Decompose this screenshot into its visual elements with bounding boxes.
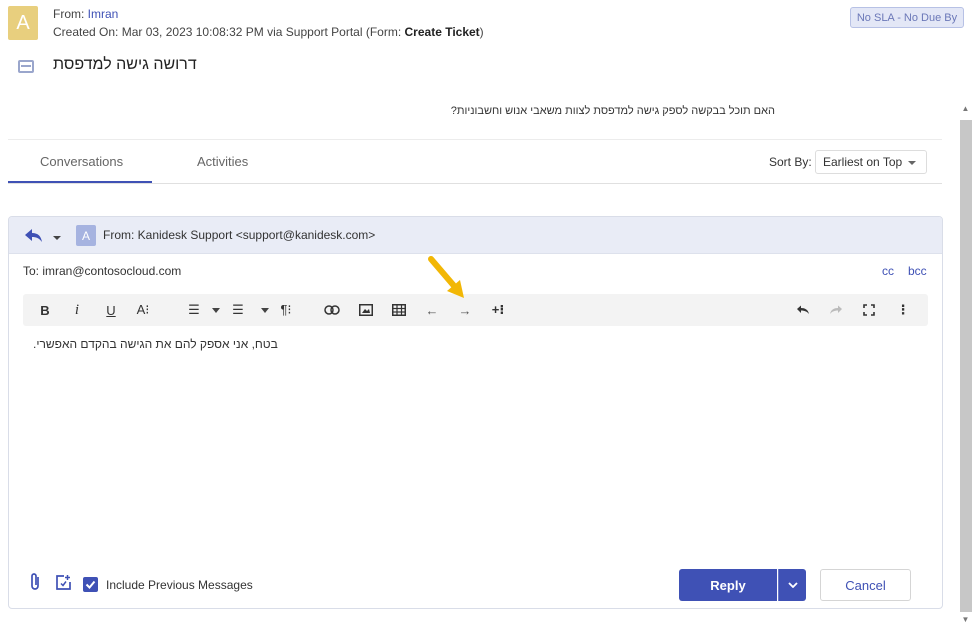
- bold-button[interactable]: B: [37, 294, 53, 326]
- editor-toolbar: B i U A⁝ ☰ ☰ ¶⁝ ← → +⁝ ⋮: [23, 294, 928, 326]
- ordered-list-icon: ☰: [188, 302, 200, 317]
- fullscreen-icon[interactable]: [859, 294, 879, 326]
- tabs-divider: [8, 183, 942, 184]
- vertical-scrollbar[interactable]: ▲ ▼: [959, 103, 972, 626]
- from-line: From: Imran: [53, 7, 118, 21]
- insert-more-button[interactable]: +⁝: [488, 294, 508, 326]
- chevron-down-icon: [908, 161, 916, 165]
- tab-activities[interactable]: Activities: [197, 154, 248, 169]
- chevron-down-icon: [787, 582, 798, 588]
- requester-name-link[interactable]: Imran: [88, 7, 119, 21]
- scroll-thumb[interactable]: [960, 120, 972, 612]
- italic-button[interactable]: i: [69, 294, 85, 326]
- sort-by-label: Sort By:: [769, 155, 812, 169]
- link-icon[interactable]: [322, 294, 342, 326]
- reply-icon[interactable]: [25, 229, 43, 245]
- from-prefix: From:: [53, 7, 88, 21]
- ticket-subject: דרושה גישה למדפסת: [53, 56, 197, 73]
- reply-options-button[interactable]: [778, 569, 806, 601]
- created-line: Created On: Mar 03, 2023 10:08:32 PM via…: [53, 25, 484, 39]
- include-previous-checkbox[interactable]: [83, 577, 98, 592]
- unordered-list-icon: ☰: [232, 302, 244, 317]
- reply-editor: A From: Kanidesk Support <support@kanide…: [8, 216, 943, 609]
- paragraph-format-button[interactable]: ¶⁝: [275, 294, 297, 326]
- sort-select[interactable]: Earliest on Top: [815, 150, 927, 174]
- sender-avatar: A: [76, 225, 96, 246]
- reply-header: A From: Kanidesk Support <support@kanide…: [9, 217, 942, 254]
- scroll-down-icon[interactable]: ▼: [959, 614, 972, 626]
- sort-value: Earliest on Top: [823, 155, 903, 169]
- unordered-list-chevron-icon[interactable]: [260, 294, 270, 326]
- sender-from[interactable]: From: Kanidesk Support <support@kanidesk…: [103, 228, 375, 242]
- divider: [8, 139, 942, 140]
- cancel-button[interactable]: Cancel: [820, 569, 911, 601]
- bcc-link[interactable]: bcc: [908, 264, 927, 278]
- underline-button[interactable]: U: [103, 294, 119, 326]
- more-options-icon[interactable]: ⋮: [893, 294, 913, 326]
- table-icon[interactable]: [389, 294, 409, 326]
- pointer-arrow-icon: [425, 253, 471, 306]
- font-size-button[interactable]: A⁝: [133, 294, 153, 326]
- requester-avatar: A: [8, 6, 38, 40]
- unordered-list-button[interactable]: ☰: [227, 294, 249, 326]
- scroll-up-icon[interactable]: ▲: [959, 103, 972, 115]
- sla-badge[interactable]: No SLA - No Due By: [850, 7, 964, 28]
- add-canned-response-icon[interactable]: [55, 574, 72, 594]
- image-icon[interactable]: [356, 294, 376, 326]
- ordered-list-chevron-icon[interactable]: [211, 294, 221, 326]
- reply-button[interactable]: Reply: [679, 569, 777, 601]
- form-name: Create Ticket: [404, 25, 480, 39]
- redo-icon[interactable]: [826, 294, 846, 326]
- tab-conversations[interactable]: Conversations: [40, 154, 123, 169]
- to-field[interactable]: To: imran@contosocloud.com: [23, 264, 181, 278]
- reply-body[interactable]: בטח, אני אספק להם את הגישה בהקדם האפשרי.: [33, 337, 278, 351]
- include-previous-label[interactable]: Include Previous Messages: [106, 578, 253, 592]
- created-suffix: ): [479, 25, 484, 39]
- cc-link[interactable]: cc: [882, 264, 894, 278]
- paperclip-icon[interactable]: [29, 572, 41, 595]
- ticket-description: האם תוכל בבקשה לספק גישה למדפסת לצוות מש…: [450, 105, 775, 117]
- ordered-list-button[interactable]: ☰: [183, 294, 205, 326]
- undo-icon[interactable]: [793, 294, 813, 326]
- reply-type-chevron-icon[interactable]: [53, 236, 61, 240]
- ticket-icon: [18, 60, 34, 73]
- created-prefix: Created On: Mar 03, 2023 10:08:32 PM via…: [53, 25, 405, 39]
